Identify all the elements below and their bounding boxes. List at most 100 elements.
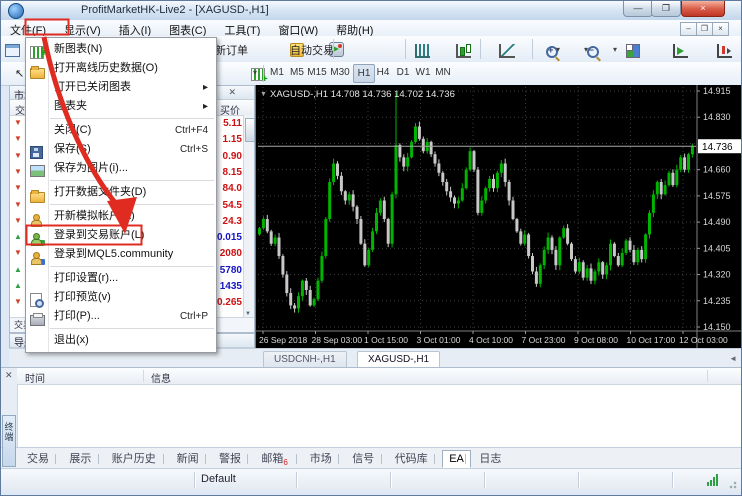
file-menu-item-13[interactable]: 打印(P)...Ctrl+P (26, 307, 216, 326)
zoom-out-icon[interactable] (587, 46, 599, 58)
timeframe-mn[interactable]: MN (433, 64, 453, 81)
chart-title-ohlc: XAGUSD-,H1 14.708 14.736 14.702 14.736 (270, 89, 455, 100)
mdi-restore-button[interactable]: ❐ (696, 22, 713, 36)
maximize-button[interactable]: ❐ (651, 1, 681, 17)
timeframe-m30[interactable]: M30 (330, 64, 350, 81)
demo-account-icon (30, 210, 45, 224)
timeframe-h4[interactable]: H4 (373, 64, 393, 81)
folder-icon (30, 186, 45, 200)
tile-windows-icon[interactable] (626, 44, 640, 58)
price-axis-label: 14.660 (703, 165, 731, 175)
candlestick-chart-icon[interactable] (456, 44, 471, 58)
status-bar: Default (1, 468, 741, 491)
auto-scroll-icon[interactable] (673, 44, 688, 58)
bottom-tab-4[interactable]: 新闻 (171, 451, 205, 467)
periods-caret-icon[interactable]: ▾ (584, 45, 588, 54)
current-price-label: 14.736 (702, 142, 733, 153)
connection-status-icon (707, 469, 723, 491)
menu-item-1[interactable]: 显示(V) (55, 20, 110, 36)
minimize-button[interactable]: — (623, 1, 653, 17)
message-column-header[interactable]: 信息 (151, 370, 171, 385)
tab-scroll-arrow-icon[interactable]: ◄ (729, 354, 737, 363)
file-menu-item-label: 退出(x) (54, 331, 89, 350)
bid-price: 0.265 (217, 297, 242, 308)
file-menu-item-2[interactable]: 打开已关闭图表▸ (26, 78, 216, 97)
indicators-caret-icon[interactable]: ▾ (556, 45, 560, 54)
profile-label[interactable]: Default (201, 473, 236, 485)
price-down-icon: ▼ (14, 248, 22, 258)
bottom-tab-10[interactable]: EA (442, 450, 471, 468)
bid-price: 0.90 (223, 151, 242, 162)
file-menu-item-1[interactable]: 打开离线历史数据(O) (26, 59, 216, 78)
time-axis-label: 9 Oct 08:00 (574, 335, 618, 345)
mdi-close-button[interactable]: × (712, 22, 729, 36)
chart-shift-icon[interactable] (717, 44, 732, 58)
templates-caret-icon[interactable]: ▾ (613, 45, 617, 54)
file-menu-item-14[interactable]: 退出(x) (26, 331, 216, 350)
bid-price: 0.015 (217, 232, 242, 243)
bottom-tab-8[interactable]: 信号 (346, 451, 380, 467)
menu-item-0[interactable]: 文件(F) (1, 20, 55, 36)
time-axis-label: 4 Oct 10:00 (469, 335, 513, 345)
cursor-tool-icon[interactable]: ↖ (15, 67, 24, 80)
price-axis-label: 14.830 (703, 112, 731, 122)
file-menu-item-3[interactable]: 图表夹▸ (26, 97, 216, 116)
bid-column-header[interactable]: 买价 (220, 102, 240, 117)
menu-item-6[interactable]: 帮助(H) (327, 20, 382, 36)
bottom-tab-2[interactable]: 展示 (63, 451, 97, 467)
timeframe-m5[interactable]: M5 (287, 64, 307, 81)
chart-tab-usdcnhh1[interactable]: USDCNH-,H1 (263, 351, 347, 368)
bottom-tab-1[interactable]: 交易 (21, 451, 55, 467)
bottom-tab-11[interactable]: 日志 (473, 451, 507, 467)
file-menu-item-6[interactable]: 保存为图片(i)... (26, 159, 216, 178)
open-folder-icon (30, 62, 45, 76)
timeframe-d1[interactable]: D1 (393, 64, 413, 81)
bottom-tab-7[interactable]: 市场 (304, 451, 338, 467)
market-watch-close-icon[interactable]: ✕ (228, 88, 236, 97)
drawing-tool-caret-icon[interactable]: ▾ (253, 68, 257, 77)
new-order-button[interactable]: 新订单 (215, 42, 248, 58)
time-axis-label: 7 Oct 23:00 (522, 335, 566, 345)
time-axis-label: 28 Sep 03:00 (312, 335, 363, 345)
bid-price: 84.0 (223, 183, 242, 194)
file-menu-item-8[interactable]: 开新模拟帐户(A) (26, 207, 216, 226)
bid-price: 54.5 (223, 200, 242, 211)
terminal-close-icon[interactable]: ✕ (5, 371, 13, 380)
line-chart-icon[interactable] (499, 44, 515, 58)
bar-chart-icon[interactable] (415, 44, 430, 58)
bottom-tab-5[interactable]: 警报 (213, 451, 247, 467)
file-menu-item-0[interactable]: 新图表(N) (26, 40, 216, 59)
terminal-vertical-tab[interactable]: 终端 (2, 415, 16, 467)
menu-item-4[interactable]: 工具(T) (215, 20, 269, 36)
mdi-minimize-button[interactable]: – (680, 22, 697, 36)
resize-grip[interactable] (729, 479, 739, 489)
file-menu-item-4[interactable]: 关闭(C)Ctrl+F4 (26, 121, 216, 140)
market-watch-scrollbar[interactable]: ▼ (243, 115, 254, 318)
file-menu-item-5[interactable]: 保存(S)Ctrl+S (26, 140, 216, 159)
close-button[interactable]: × (681, 1, 725, 17)
chart-window[interactable]: 14.73614.91514.83014.66014.57514.49014.4… (255, 85, 742, 348)
file-menu-item-11[interactable]: 打印设置(r)... (26, 269, 216, 288)
menu-item-5[interactable]: 窗口(W) (269, 20, 327, 36)
autotrading-button[interactable]: 自动交易 (290, 42, 334, 58)
price-down-icon: ▼ (14, 118, 22, 128)
timeframe-h1[interactable]: H1 (353, 64, 375, 83)
file-menu-item-7[interactable]: 打开数据文件夹(D) (26, 183, 216, 202)
bottom-tab-9[interactable]: 代码库 (389, 451, 434, 467)
time-column-header[interactable]: 时间 (25, 370, 45, 385)
toggle-market-watch-icon[interactable] (5, 44, 20, 57)
scrollbar-thumb[interactable] (245, 118, 255, 142)
file-menu-item-10[interactable]: 登录到MQL5.community (26, 245, 216, 264)
bottom-tab-3[interactable]: 账户历史 (106, 451, 162, 467)
menu-item-2[interactable]: 插入(I) (110, 20, 160, 36)
timeframe-m15[interactable]: M15 (307, 64, 327, 81)
file-menu-item-9[interactable]: 登录到交易账户(L) (26, 226, 216, 245)
print-preview-icon (30, 291, 45, 305)
chart-tab-xagusdh1[interactable]: XAGUSD-,H1 (357, 351, 440, 368)
timeframe-m1[interactable]: M1 (267, 64, 287, 81)
terminal-header: 时间 信息 (17, 368, 741, 385)
timeframe-w1[interactable]: W1 (413, 64, 433, 81)
menu-item-3[interactable]: 图表(C) (160, 20, 215, 36)
bottom-tab-6[interactable]: 邮箱6 (255, 451, 293, 467)
file-menu-item-12[interactable]: 打印预览(v) (26, 288, 216, 307)
